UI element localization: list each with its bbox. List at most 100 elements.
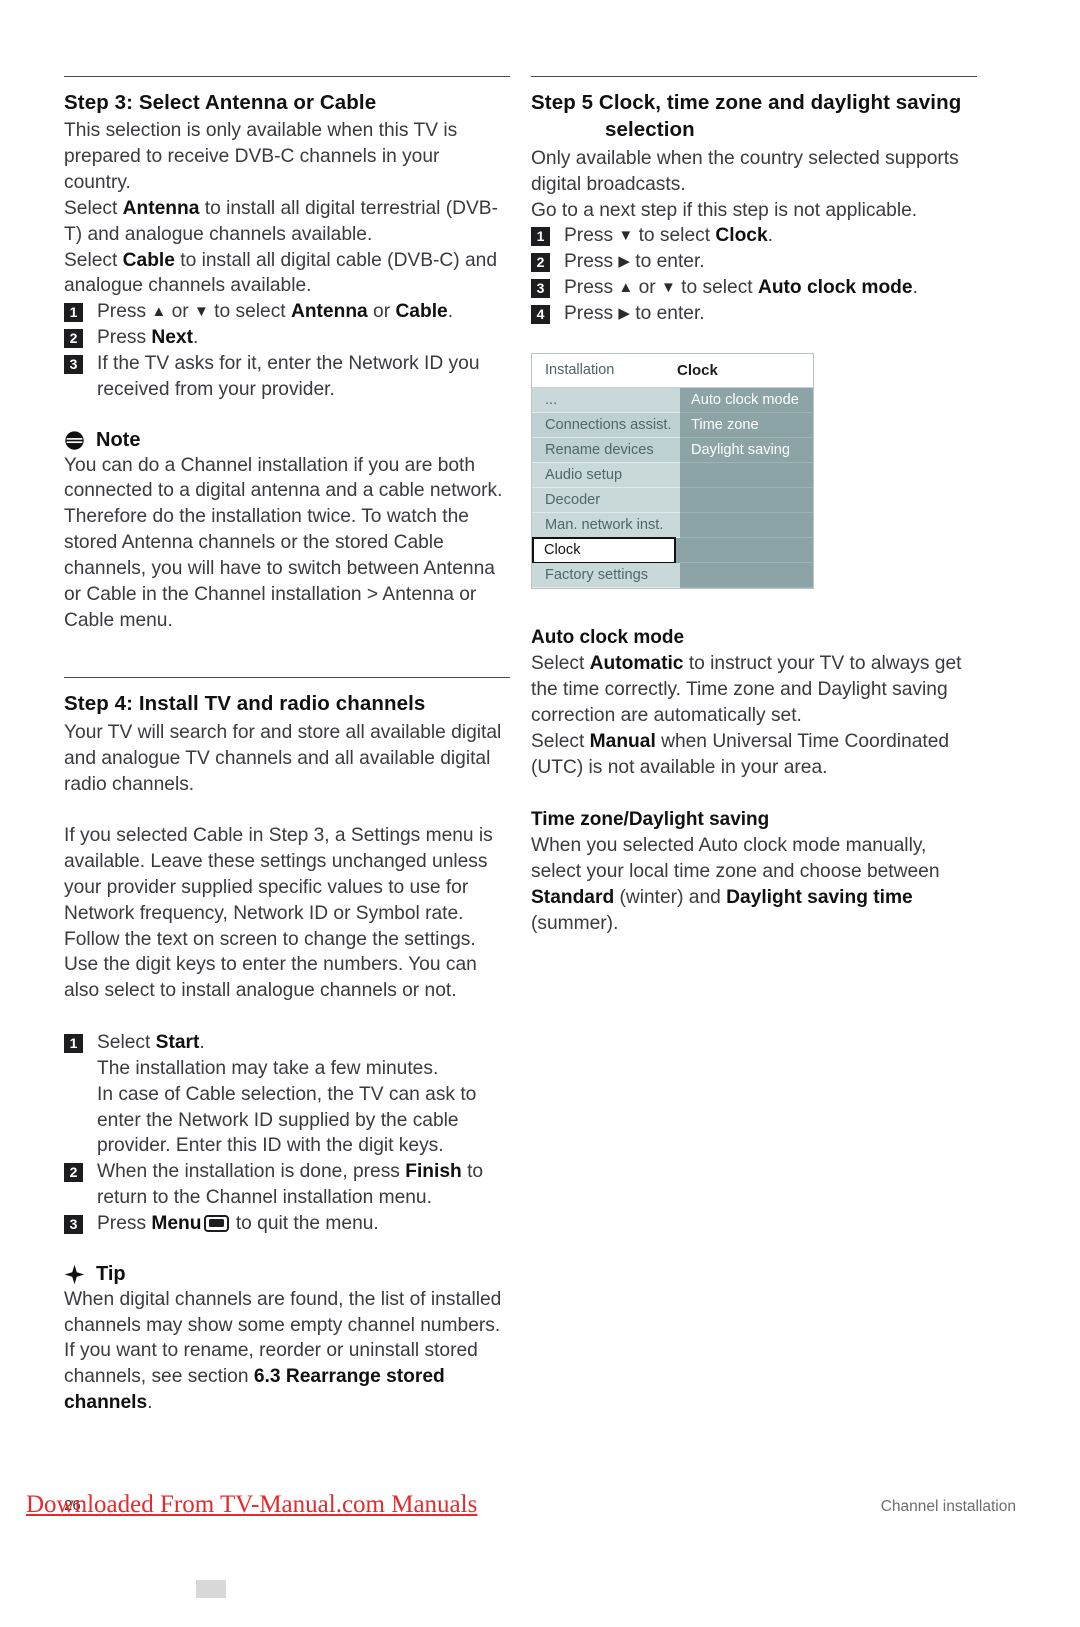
step-text-pre: Select (97, 1032, 156, 1054)
time-zone-daylight: Daylight saving time (726, 886, 913, 908)
tv-menu-item[interactable]: Factory settings (532, 562, 680, 588)
tip-callout-header: Tip (64, 1263, 510, 1286)
step3-p2-pre: Select (64, 197, 123, 219)
step4-numbered-list: 1 Select Start. The installation may take… (64, 1030, 510, 1237)
step-text-pre: Press (564, 302, 619, 324)
step3-paragraph-1: This selection is only available when th… (64, 120, 458, 194)
step-number-badge: 1 (64, 1034, 83, 1054)
list-item: 1 Press ▼ to select Clock. (531, 223, 977, 249)
watermark-text: Downloaded From TV-Manual.com Manuals (26, 1491, 478, 1518)
step-number-badge: 4 (531, 304, 550, 324)
step5-paragraph-1: Only available when the country selected… (531, 147, 959, 195)
tv-menu-body: ... Connections assist. Rename devices A… (532, 387, 813, 588)
tv-submenu-item-empty (680, 462, 813, 488)
step-text-bold2: Cable (395, 301, 448, 323)
step3-paragraph-3: Select Cable to install all digital cabl… (64, 248, 510, 300)
auto-clock-paragraph-1: Select Automatic to instruct your TV to … (531, 651, 977, 728)
step-text-join: or (367, 301, 396, 323)
time-zone-p-end: (summer). (531, 912, 619, 934)
step-text-mid: or (166, 301, 194, 323)
step-text-bold1: Start (155, 1032, 200, 1054)
step-text-bold1: Clock (715, 225, 768, 247)
list-item: 2 Press ▶ to enter. (531, 249, 977, 275)
step-number-badge: 1 (64, 303, 83, 323)
list-item: 3 Press Menu to quit the menu. (64, 1211, 510, 1237)
tv-menu-item[interactable]: Audio setup (532, 462, 680, 488)
step5-heading: Step 5 Clock, time zone and daylight sav… (531, 89, 977, 144)
time-zone-heading: Time zone/Daylight saving (531, 808, 770, 830)
tip-text-end: . (147, 1392, 153, 1414)
tv-menu-item[interactable]: Rename devices (532, 437, 680, 463)
tv-submenu-item[interactable]: Time zone (680, 412, 813, 438)
menu-key-icon (203, 1214, 229, 1232)
step3-heading: Step 3: Select Antenna or Cable (64, 91, 377, 114)
tip-label: Tip (96, 1262, 126, 1285)
right-column: Step 5 Clock, time zone and daylight sav… (531, 76, 977, 936)
step-number-badge: 3 (64, 354, 83, 374)
tv-menu-left-list: ... Connections assist. Rename devices A… (532, 387, 680, 588)
tip-text: When digital channels are found, the lis… (64, 1287, 510, 1416)
step5-paragraph-2: Go to a next step if this step is not ap… (531, 199, 918, 221)
step-number-badge: 2 (531, 253, 550, 273)
time-zone-p-pre: When you selected Auto clock mode manual… (531, 835, 940, 882)
step-text-end: to quit the menu. (230, 1212, 379, 1234)
step-number-badge: 2 (64, 1163, 83, 1183)
step-text-end: . (192, 327, 199, 349)
step-text-pre: Press (97, 327, 152, 349)
note-icon (65, 430, 84, 450)
step-text-pre: Press (97, 301, 152, 323)
step-text: If the TV asks for it, enter the Network… (97, 352, 480, 400)
time-zone-p-mid: (winter) and (614, 886, 727, 908)
list-item: 2 When the installation is done, press Fi… (64, 1159, 510, 1211)
tv-submenu-item-empty (680, 487, 813, 513)
note-callout-header: Note (64, 429, 510, 452)
arrow-right-icon: ▶ (618, 304, 630, 322)
list-item: 1 Press ▲ or ▼ to select Antenna or Cable… (64, 299, 510, 325)
step-text-bold1: Menu (151, 1212, 202, 1234)
section-rule-step4 (64, 677, 510, 679)
section-rule-step5 (531, 76, 977, 77)
step-text-end: . (912, 277, 918, 299)
step4-paragraph-1: Your TV will search for and store all av… (64, 721, 502, 795)
step-text-bold1: Auto clock mode (757, 277, 913, 299)
tv-submenu-item-empty (680, 537, 813, 563)
step-subline: In case of Cable selection, the TV can a… (97, 1083, 477, 1157)
tv-submenu-item[interactable]: Auto clock mode (680, 387, 813, 413)
tv-menu-item[interactable]: Connections assist. (532, 412, 680, 438)
step-text-mid: or (633, 277, 661, 299)
time-zone-paragraph: When you selected Auto clock mode manual… (531, 833, 977, 936)
arrow-right-icon: ▶ (618, 253, 630, 271)
tv-submenu-item[interactable]: Daylight saving (680, 437, 813, 463)
tv-menu-item[interactable]: Man. network inst. (532, 512, 680, 538)
tv-menu-header-left: Installation (545, 362, 615, 379)
list-item: 4 Press ▶ to enter. (531, 301, 977, 327)
auto-clock-p2-pre: Select (531, 730, 590, 752)
arrow-down-icon: ▼ (660, 279, 676, 297)
step-text-pre: Press (564, 251, 619, 273)
page-edge-tab (196, 1580, 226, 1598)
list-item: 3 If the TV asks for it, enter the Networ… (64, 351, 510, 403)
tv-menu-header: Installation Clock (532, 353, 813, 388)
tv-menu-item[interactable]: ... (532, 387, 680, 413)
auto-clock-mode-heading: Auto clock mode (531, 626, 685, 648)
step-number-badge: 1 (531, 227, 550, 247)
tv-menu-item-selected[interactable]: Clock (532, 536, 676, 564)
list-item: 1 Select Start. The installation may take… (64, 1030, 510, 1159)
step-text-end: . (199, 1032, 205, 1054)
step-text-post: to select (633, 225, 716, 247)
step-text-post: to enter. (629, 302, 705, 324)
step-text-pre: When the installation is done, press (97, 1161, 406, 1183)
step-text-pre: Press (97, 1212, 152, 1234)
step5-heading-line2: selection (605, 118, 695, 142)
step-text-end: . (767, 225, 773, 247)
arrow-down-icon: ▼ (618, 227, 634, 245)
note-label: Note (96, 428, 141, 451)
list-item: 2 Press Next. (64, 325, 510, 351)
step-text-pre: Press (564, 277, 619, 299)
tv-menu-right-list: Auto clock mode Time zone Daylight savin… (680, 387, 813, 588)
tv-menu-item[interactable]: Decoder (532, 487, 680, 513)
time-zone-standard: Standard (531, 886, 615, 908)
footer-section-label: Channel installation (880, 1498, 1016, 1515)
arrow-up-icon: ▲ (151, 303, 167, 321)
step-text-bold1: Finish (405, 1161, 462, 1183)
